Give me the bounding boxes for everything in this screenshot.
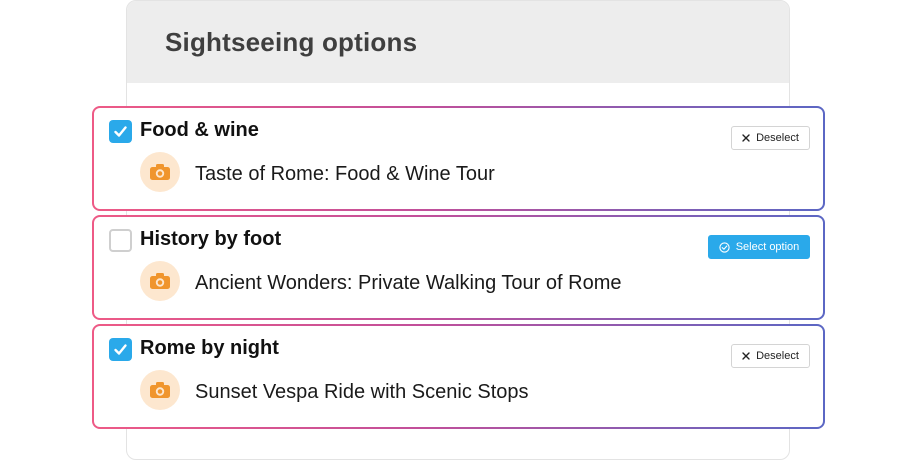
tour-name: Taste of Rome: Food & Wine Tour: [195, 163, 495, 185]
panel-header: Sightseeing options: [127, 1, 789, 83]
option-card-history-by-foot: History by foot Ancient Wonders: Private…: [92, 215, 825, 320]
tour-name: Ancient Wonders: Private Walking Tour of…: [195, 272, 622, 294]
deselect-button-label: Deselect: [756, 132, 799, 144]
option-title: Rome by night: [140, 337, 279, 359]
deselect-button[interactable]: Deselect: [731, 344, 810, 368]
option-title: Food & wine: [140, 119, 259, 141]
check-icon: [114, 126, 127, 137]
select-option-button-label: Select option: [735, 241, 800, 253]
check-circle-icon: [719, 241, 730, 253]
deselect-button[interactable]: Deselect: [731, 126, 810, 150]
deselect-button-label: Deselect: [756, 350, 799, 362]
option-card-food-wine: Food & wine Taste of Rome: Food & Wine T…: [92, 106, 825, 211]
option-checkbox[interactable]: [109, 338, 132, 361]
camera-icon: [140, 370, 180, 410]
tour-name: Sunset Vespa Ride with Scenic Stops: [195, 381, 529, 403]
option-card-rome-by-night: Rome by night Sunset Vespa Ride with Sce…: [92, 324, 825, 429]
select-option-button[interactable]: Select option: [708, 235, 810, 259]
option-title: History by foot: [140, 228, 282, 250]
panel-title: Sightseeing options: [165, 26, 418, 57]
close-icon: [742, 134, 750, 142]
check-icon: [114, 344, 127, 355]
camera-icon: [140, 152, 180, 192]
camera-icon: [140, 261, 180, 301]
option-checkbox[interactable]: [109, 120, 132, 143]
option-checkbox[interactable]: [109, 229, 132, 252]
close-icon: [742, 352, 750, 360]
